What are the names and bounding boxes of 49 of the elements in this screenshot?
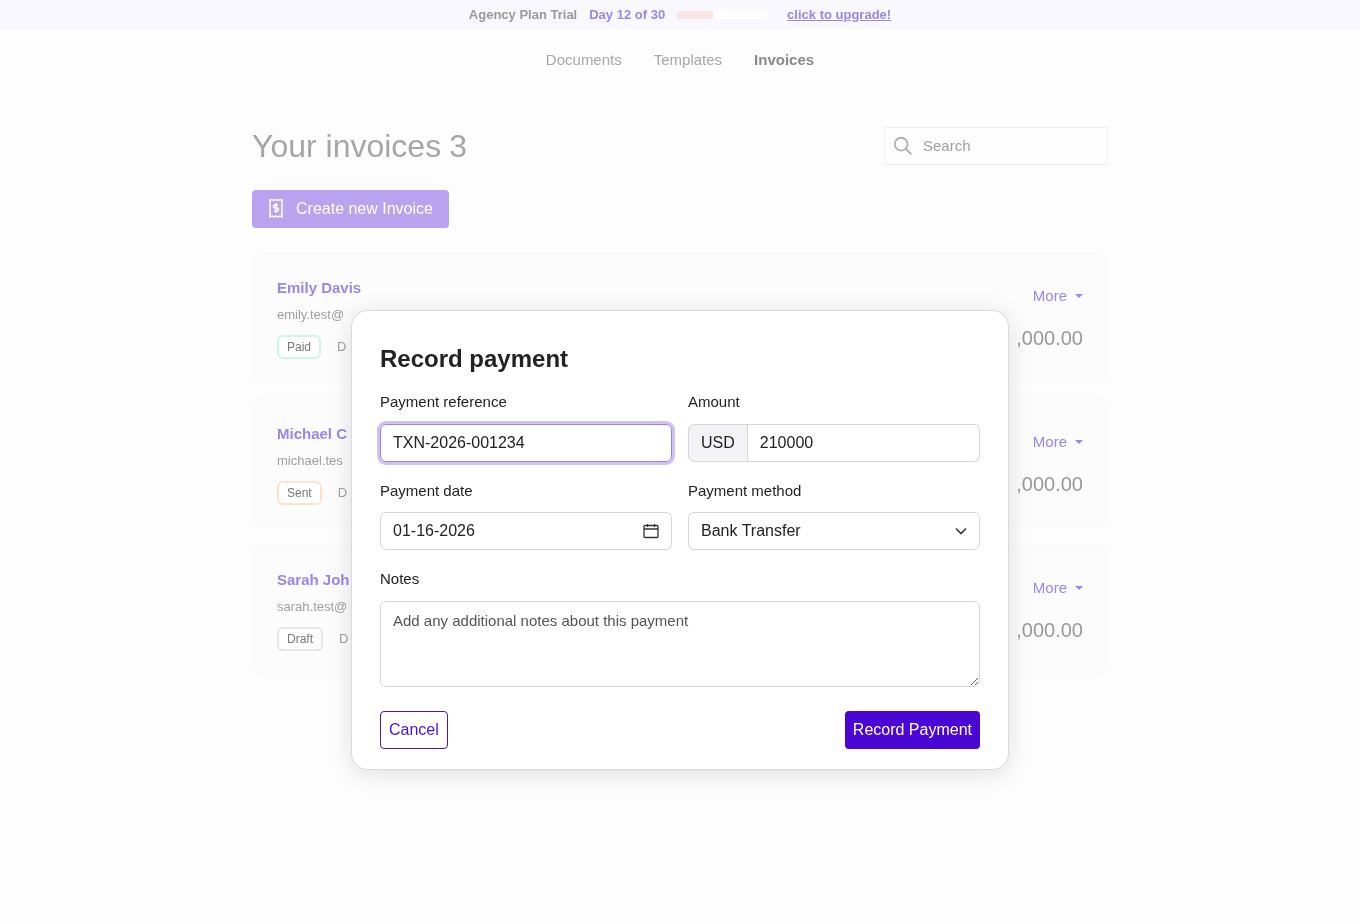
invoice-count: 3: [449, 126, 467, 166]
amount-input[interactable]: 210000: [747, 423, 980, 462]
client-name: Emily Davis: [277, 277, 362, 298]
record-payment-button[interactable]: Record Payment: [844, 710, 980, 749]
payment-method-select[interactable]: Bank Transfer: [688, 512, 980, 550]
field-label: Notes: [380, 569, 421, 589]
invoice-amount: ,000.00: [1016, 326, 1083, 351]
more-dropdown[interactable]: More: [1032, 576, 1083, 599]
reference-input[interactable]: TXN-2026-001234: [380, 423, 672, 462]
status-badge: Sent: [277, 480, 322, 505]
caret-icon: [1075, 293, 1083, 298]
search-field[interactable]: Search: [884, 126, 1108, 165]
cancel-button[interactable]: Cancel: [380, 710, 448, 749]
due-label: D: [337, 483, 348, 502]
receipt-dollar-icon: [268, 198, 284, 219]
more-dropdown[interactable]: More: [1032, 284, 1083, 307]
date-input[interactable]: 01-16-2026: [380, 512, 672, 550]
invoice-amount: ,000.00: [1016, 618, 1083, 643]
client-name: Michael C: [277, 423, 348, 444]
client-email: sarah.test@: [277, 598, 349, 616]
due-label: D: [339, 629, 349, 648]
field-label: Payment method: [688, 480, 803, 501]
invoice-amount: ,000.00: [1016, 472, 1083, 497]
calendar-icon: [643, 523, 659, 539]
nav-tab[interactable]: Documents: [545, 49, 622, 72]
trial-day: Day 12 of 30: [589, 4, 666, 25]
page-title: Your invoices: [252, 126, 442, 166]
caret-icon: [1075, 439, 1083, 444]
field-label: Payment date: [380, 480, 474, 501]
chevron-down-icon: [955, 527, 967, 535]
field-label: Amount: [688, 392, 741, 412]
status-badge: Draft: [277, 626, 323, 651]
due-label: D: [337, 337, 347, 356]
field-label: Payment reference: [380, 392, 508, 412]
nav-tab[interactable]: Invoices: [754, 49, 815, 72]
notes-textarea[interactable]: Add any additional notes about this payment: [380, 600, 980, 687]
client-email: emily.test@: [277, 306, 346, 324]
client-name: Sarah Joh: [277, 569, 350, 590]
currency-addon: USD: [688, 423, 748, 462]
more-dropdown[interactable]: More: [1032, 430, 1083, 453]
status-badge: Paid: [277, 334, 322, 359]
nav-tab[interactable]: Templates: [653, 49, 723, 72]
upgrade-link[interactable]: click to upgrade!: [787, 4, 892, 25]
search-icon: [892, 134, 914, 157]
client-email: michael.tes: [277, 452, 344, 470]
plan-label: Agency Plan Trial: [468, 5, 578, 24]
caret-icon: [1075, 585, 1083, 590]
dialog-title: Record payment: [380, 344, 570, 374]
create-invoice-button[interactable]: Create new Invoice: [252, 189, 449, 228]
